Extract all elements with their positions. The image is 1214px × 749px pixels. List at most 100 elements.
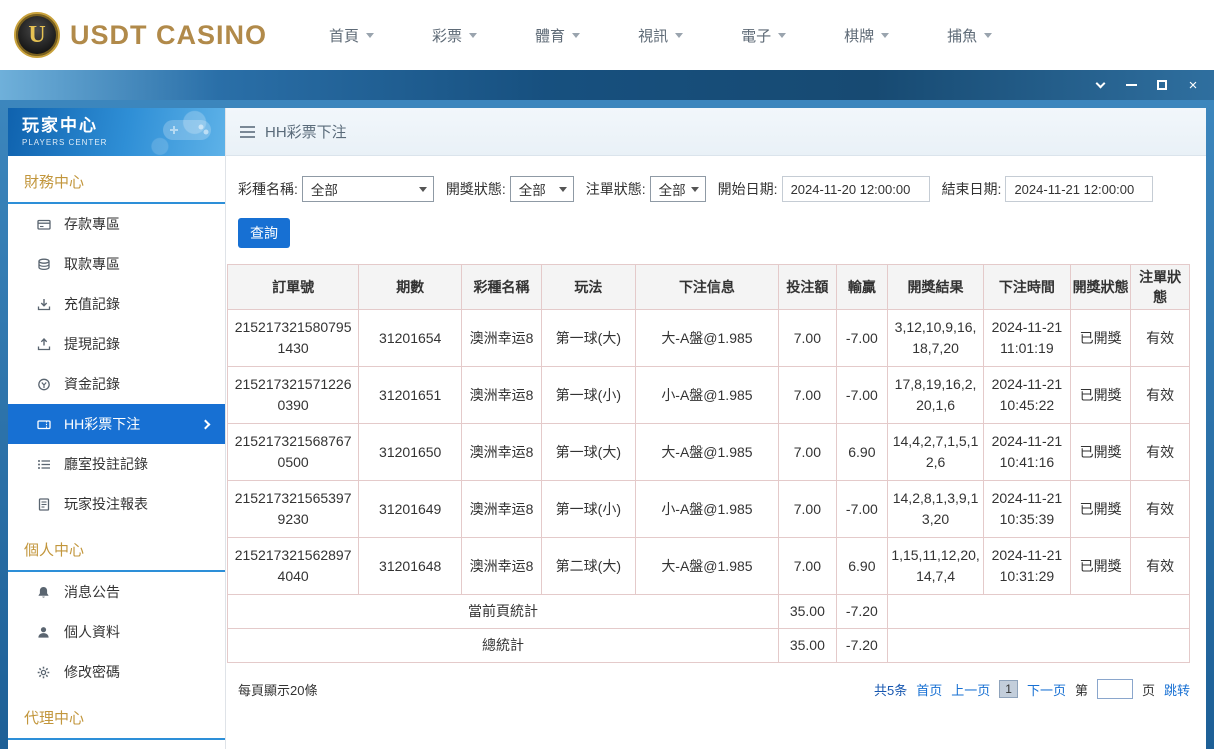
nav-item-slots[interactable]: 電子	[741, 25, 787, 46]
page-summary-bet-total: 35.00	[778, 594, 837, 629]
sidebar-item-player-bet-report[interactable]: 玩家投注報表	[8, 484, 225, 524]
nav-item-home[interactable]: 首頁	[329, 25, 375, 46]
chevron-down-icon	[366, 32, 375, 38]
table-cell: 2024-11-21 11:01:19	[983, 309, 1071, 367]
top-nav: U USDT CASINO 首頁 彩票 體育 視訊 電子 棋牌 捕魚	[0, 0, 1214, 70]
col-order-status: 注單狀態	[1130, 264, 1190, 310]
table-cell: 3,12,10,9,16,18,7,20	[887, 309, 984, 367]
minimize-icon[interactable]	[1120, 75, 1142, 95]
table-header-row: 訂單號 期數 彩種名稱 玩法 下注信息 投注額 輸贏 開獎結果 下注時間 開獎狀…	[226, 264, 1190, 310]
col-draw-status: 開獎狀態	[1069, 264, 1132, 310]
end-date-input[interactable]	[1005, 176, 1154, 202]
main-content: HH彩票下注 彩種名稱: 全部 開獎狀態: 全部 注單狀態: 全部 開始日期: …	[226, 108, 1206, 749]
select-value: 全部	[310, 183, 338, 198]
query-button[interactable]: 查詢	[238, 218, 290, 248]
screen: U USDT CASINO 首頁 彩票 體育 視訊 電子 棋牌 捕魚 × 玩家中…	[0, 0, 1214, 749]
sidebar-item-room-bet-records[interactable]: 廳室投註記錄	[8, 444, 225, 484]
nav-item-sports[interactable]: 體育	[535, 25, 581, 46]
sidebar-item-label: 消息公告	[64, 584, 120, 600]
total-summary-label: 總統計	[226, 628, 780, 663]
table-cell: 澳洲幸运8	[461, 423, 542, 481]
first-page-link[interactable]: 首页	[916, 680, 942, 699]
prev-page-link[interactable]: 上一页	[951, 680, 990, 699]
nav-label: 體育	[535, 27, 566, 45]
table-cell: 2152173215653979230	[226, 480, 360, 538]
table-cell: 已開獎	[1069, 480, 1132, 538]
window-controls: ×	[1089, 75, 1204, 95]
menu-icon[interactable]	[240, 125, 255, 138]
order-status-select[interactable]: 全部	[649, 176, 706, 202]
table-cell: 小-A盤@1.985	[634, 366, 780, 424]
draw-status-select[interactable]: 全部	[509, 176, 574, 202]
lottery-select[interactable]: 全部	[301, 176, 434, 202]
section-label: 代理中心	[24, 710, 85, 727]
maximize-icon[interactable]	[1151, 75, 1173, 95]
sidebar-item-label: 取款專區	[64, 256, 120, 272]
sidebar-item-funds-records[interactable]: 資金記錄	[8, 364, 225, 404]
table-cell: 7.00	[778, 480, 837, 538]
table-cell: 6.90	[835, 423, 889, 481]
section-finance-center[interactable]: 財務中心	[8, 156, 225, 204]
sidebar-item-withdraw-zone[interactable]: 取款專區	[8, 244, 225, 284]
col-win-loss: 輸贏	[835, 264, 889, 310]
chevron-down-icon	[418, 186, 427, 192]
table-cell: 14,2,8,1,3,9,13,20	[887, 480, 984, 538]
table-cell: 31201651	[358, 366, 463, 424]
col-period: 期數	[358, 264, 463, 310]
nav-item-card-games[interactable]: 棋牌	[844, 25, 890, 46]
nav-item-fishing[interactable]: 捕魚	[947, 25, 993, 46]
nav-label: 彩票	[432, 27, 463, 45]
table-cell: 31201648	[358, 537, 463, 595]
section-agent-center[interactable]: 代理中心	[8, 692, 225, 740]
nav-item-live-video[interactable]: 視訊	[638, 25, 684, 46]
current-page[interactable]: 1	[999, 680, 1018, 698]
sidebar-item-label: 資金記錄	[64, 376, 120, 392]
main-nav: 首頁 彩票 體育 視訊 電子 棋牌 捕魚	[329, 25, 993, 46]
table-cell: 澳洲幸运8	[461, 537, 542, 595]
col-play-type: 玩法	[540, 264, 636, 310]
table-cell: 澳洲幸运8	[461, 309, 542, 367]
table-cell: 7.00	[778, 309, 837, 367]
next-page-link[interactable]: 下一页	[1027, 680, 1066, 699]
filter-bar: 彩種名稱: 全部 開獎狀態: 全部 注單狀態: 全部 開始日期: 2024-11…	[226, 156, 1206, 202]
section-personal-center[interactable]: 個人中心	[8, 524, 225, 572]
chevron-down-icon	[881, 32, 890, 38]
page-jump-input[interactable]	[1096, 679, 1133, 699]
jump-button[interactable]: 跳转	[1164, 680, 1190, 699]
table-row: 2152173215687670500 31201650 澳洲幸运8 第一球(大…	[226, 423, 1190, 481]
sidebar-item-deposit-zone[interactable]: 存款專區	[8, 204, 225, 244]
col-bet-info: 下注信息	[634, 264, 780, 310]
sidebar-item-cashout-records[interactable]: 提現記錄	[8, 324, 225, 364]
table-cell: 有效	[1130, 480, 1190, 538]
table-cell: 有效	[1130, 423, 1190, 481]
sidebar-item-profile[interactable]: 個人資料	[8, 612, 225, 652]
select-value: 全部	[518, 183, 546, 198]
app-window: × 玩家中心 PLAYERS CENTER 財務中心 存款專區 取款專區 充值記…	[0, 70, 1214, 749]
collapse-icon[interactable]	[1089, 75, 1111, 95]
nav-label: 電子	[741, 27, 772, 45]
sidebar-title: 玩家中心	[22, 116, 98, 136]
nav-label: 視訊	[638, 27, 669, 45]
coins-icon	[36, 258, 51, 271]
sidebar-item-announcements[interactable]: 消息公告	[8, 572, 225, 612]
table-cell: 第一球(小)	[540, 480, 636, 538]
sidebar-item-change-password[interactable]: 修改密碼	[8, 652, 225, 692]
logo[interactable]: U USDT CASINO	[14, 12, 267, 58]
table-cell: 第一球(大)	[540, 309, 636, 367]
chevron-down-icon	[984, 32, 993, 38]
table-row: 2152173215628974040 31201648 澳洲幸运8 第二球(大…	[226, 537, 1190, 595]
sidebar-header-text: 玩家中心 PLAYERS CENTER	[22, 116, 107, 146]
start-date-input[interactable]	[781, 176, 930, 202]
nav-label: 首頁	[329, 27, 360, 45]
cashout-icon	[36, 337, 51, 351]
sidebar-item-recharge-records[interactable]: 充值記錄	[8, 284, 225, 324]
sidebar-item-hh-lottery-bets[interactable]: HH彩票下注	[8, 404, 225, 444]
table-cell: 7.00	[778, 537, 837, 595]
table-cell: 2152173215712260390	[226, 366, 360, 424]
col-lottery-name: 彩種名稱	[461, 264, 542, 310]
nav-item-lottery[interactable]: 彩票	[432, 25, 478, 46]
col-bet-time: 下注時間	[983, 264, 1071, 310]
close-icon[interactable]: ×	[1182, 75, 1204, 95]
table-cell: 第一球(大)	[540, 423, 636, 481]
breadcrumb: HH彩票下注	[226, 108, 1206, 156]
